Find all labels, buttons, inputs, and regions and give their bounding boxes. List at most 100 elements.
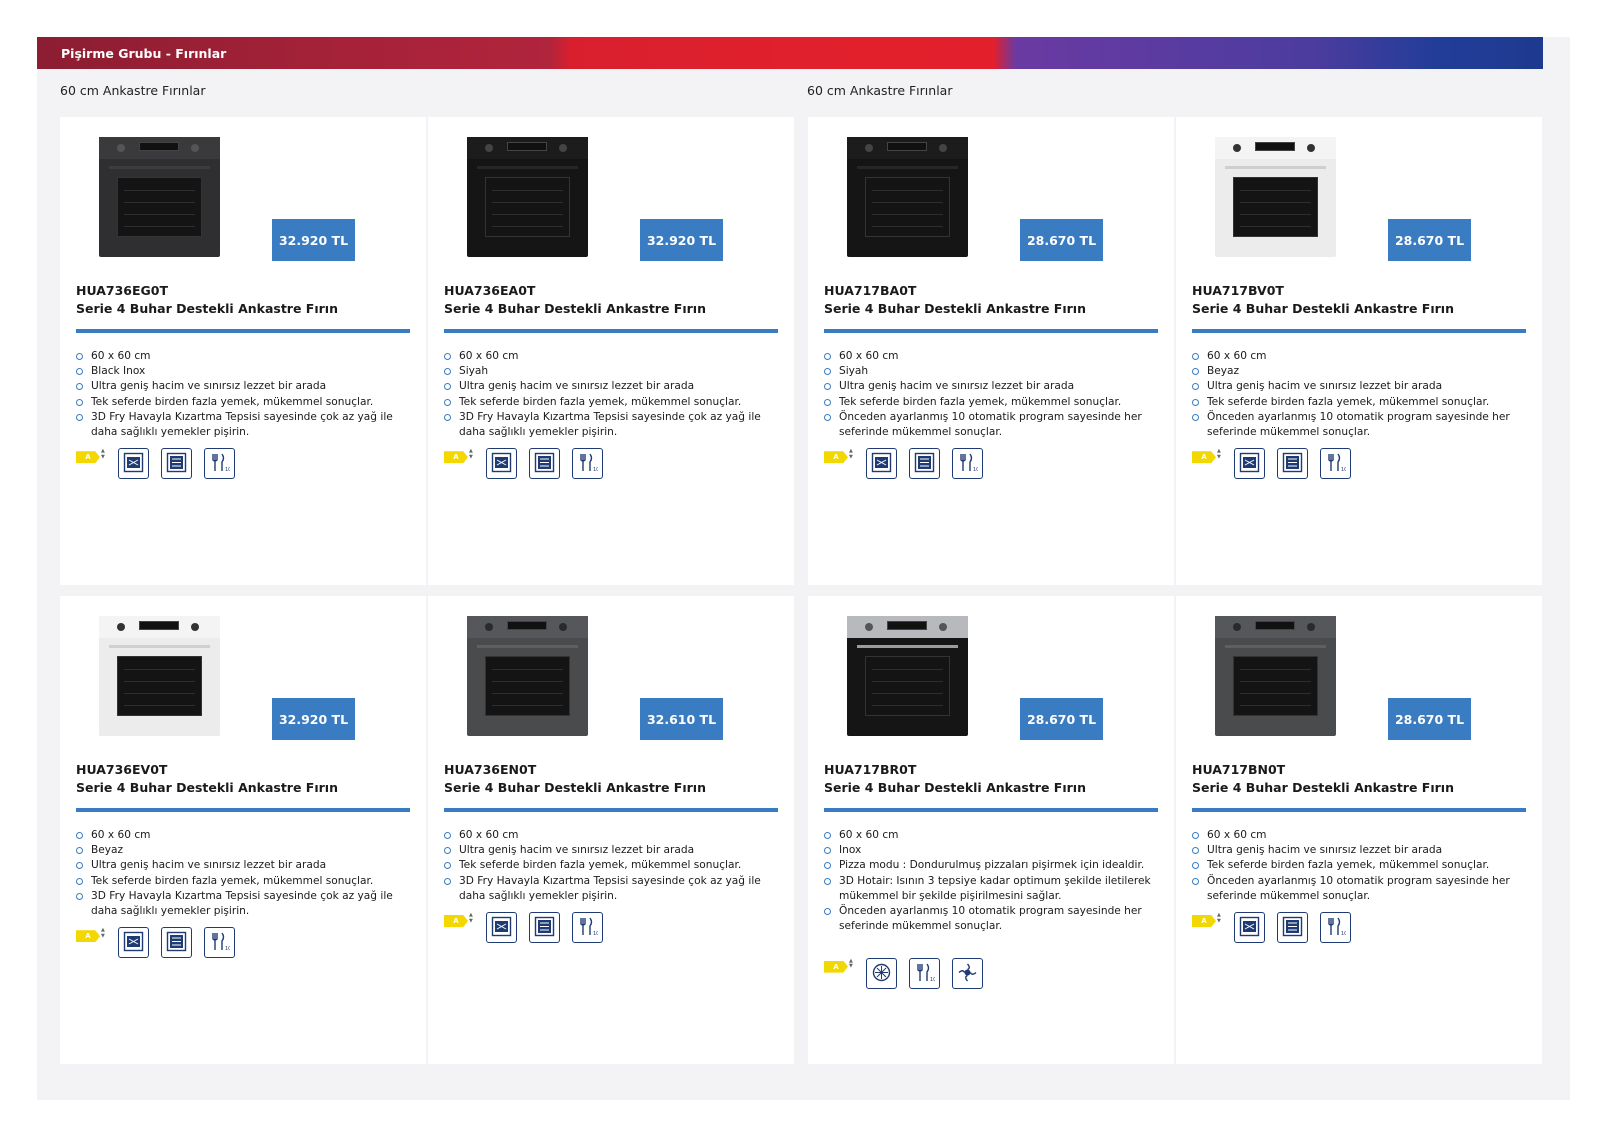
oven-rack xyxy=(492,202,563,203)
oven-rack xyxy=(1240,202,1311,203)
air-fry-icon xyxy=(1234,448,1265,480)
product-image xyxy=(847,616,968,736)
air-fry-icon xyxy=(486,448,517,480)
oven-door-window xyxy=(117,177,202,237)
feature-item: 3D Fry Havayla Kızartma Tepsisi sayesind… xyxy=(444,410,784,440)
product-card[interactable]: 28.670 TL HUA717BN0T Serie 4 Buhar Deste… xyxy=(1176,596,1542,1064)
oven-handle xyxy=(477,645,578,648)
air-fry-icon xyxy=(118,448,149,480)
feature-icons: A ▲ ▼ 10 xyxy=(824,448,1164,480)
autopilot-10-icon: 10 xyxy=(1320,448,1351,480)
feature-list: 60 x 60 cm Siyah Ultra geniş hacim ve sını… xyxy=(444,349,784,440)
title-divider xyxy=(824,329,1158,333)
product-model: HUA736EN0T xyxy=(444,762,537,777)
product-card[interactable]: 32.920 TL HUA736EG0T Serie 4 Buhar Deste… xyxy=(60,117,426,585)
svg-text:10: 10 xyxy=(593,931,598,937)
feature-item: Ultra geniş hacim ve sınırsız lezzet bir… xyxy=(444,843,784,858)
feature-item: Ultra geniş hacim ve sınırsız lezzet bir… xyxy=(444,379,784,394)
energy-class: A xyxy=(76,451,100,464)
oven-rack xyxy=(872,190,943,191)
oven-door-window xyxy=(1233,177,1318,237)
oven-knob xyxy=(117,144,125,152)
title-divider xyxy=(76,808,410,812)
product-model: HUA717BV0T xyxy=(1192,283,1284,298)
energy-class: A xyxy=(444,915,468,927)
price-badge: 28.670 TL xyxy=(1388,698,1471,740)
oven-rack xyxy=(124,693,195,694)
oven-rack xyxy=(492,226,563,227)
product-title: Serie 4 Buhar Destekli Ankastre Fırın xyxy=(824,301,1086,316)
energy-label-icon: A ▲ ▼ xyxy=(76,927,109,945)
energy-class: A xyxy=(824,451,848,464)
feature-item: 3D Hotair: Isının 3 tepsiye kadar optimu… xyxy=(824,874,1164,904)
oven-door-window xyxy=(1233,656,1318,716)
feature-item: 60 x 60 cm xyxy=(1192,349,1532,364)
energy-scale: ▲ ▼ xyxy=(849,957,853,970)
oven-rack xyxy=(492,669,563,670)
feature-item: Ultra geniş hacim ve sınırsız lezzet bir… xyxy=(1192,843,1532,858)
oven-handle xyxy=(109,645,210,648)
title-divider xyxy=(444,808,778,812)
feature-item: Pizza modu : Dondurulmuş pizzaları pişir… xyxy=(824,858,1164,873)
autopilot-10-icon: 10 xyxy=(1320,912,1351,943)
price-badge: 32.920 TL xyxy=(272,698,355,740)
oven-rack xyxy=(1240,681,1311,682)
oven-knob xyxy=(191,144,199,152)
oven-knob xyxy=(1307,144,1315,152)
price-badge: 32.920 TL xyxy=(640,219,723,261)
oven-control-panel xyxy=(1215,616,1336,638)
oven-rack xyxy=(1240,669,1311,670)
oven-rack xyxy=(1240,226,1311,227)
oven-rack xyxy=(492,681,563,682)
oven-handle xyxy=(857,645,958,648)
oven-knob xyxy=(1307,623,1315,631)
feature-list: 60 x 60 cm Beyaz Ultra geniş hacim ve sını… xyxy=(1192,349,1532,440)
energy-scale: ▲ ▼ xyxy=(469,448,473,460)
oven-knob xyxy=(939,623,947,631)
product-image xyxy=(99,137,220,257)
product-card[interactable]: 32.920 TL HUA736EA0T Serie 4 Buhar Deste… xyxy=(428,117,794,585)
energy-scale: ▲ ▼ xyxy=(101,448,105,460)
oven-knob xyxy=(191,623,199,631)
oven-display xyxy=(139,142,179,151)
feature-list: 60 x 60 cm Siyah Ultra geniş hacim ve sını… xyxy=(824,349,1164,440)
feature-list: 60 x 60 cm Beyaz Ultra geniş hacim ve sını… xyxy=(76,828,416,919)
product-model: HUA736EV0T xyxy=(76,762,168,777)
feature-item: 60 x 60 cm xyxy=(444,349,784,364)
energy-class: A xyxy=(444,451,468,464)
feature-item: Siyah xyxy=(824,364,1164,379)
oven-knob xyxy=(865,144,873,152)
product-card[interactable]: 28.670 TL HUA717BV0T Serie 4 Buhar Deste… xyxy=(1176,117,1542,585)
feature-item: 60 x 60 cm xyxy=(824,349,1164,364)
energy-class: A xyxy=(76,930,100,943)
feature-icons: A ▲ ▼ 10 xyxy=(1192,912,1532,944)
oven-knob xyxy=(485,144,493,152)
oven-rack xyxy=(124,202,195,203)
energy-label-icon: A ▲ ▼ xyxy=(1192,448,1225,466)
multi-level-icon xyxy=(1277,912,1308,943)
header-banner: Pişirme Grubu - Fırınlar xyxy=(37,37,1543,69)
product-image xyxy=(847,137,968,257)
feature-item: 3D Fry Havayla Kızartma Tepsisi sayesind… xyxy=(76,410,416,440)
feature-item: 60 x 60 cm xyxy=(76,828,416,843)
feature-icons: A ▲ ▼ 10 xyxy=(76,927,416,959)
oven-control-panel xyxy=(847,137,968,159)
multi-level-icon xyxy=(529,912,560,943)
feature-item: Tek seferde birden fazla yemek, mükemmel… xyxy=(824,395,1164,410)
product-image xyxy=(1215,137,1336,257)
product-card[interactable]: 28.670 TL HUA717BA0T Serie 4 Buhar Deste… xyxy=(808,117,1174,585)
feature-item: 60 x 60 cm xyxy=(824,828,1164,843)
oven-display xyxy=(1255,621,1295,630)
title-divider xyxy=(444,329,778,333)
feature-item: 3D Fry Havayla Kızartma Tepsisi sayesind… xyxy=(76,889,416,919)
autopilot-10-icon: 10 xyxy=(204,448,235,480)
oven-rack xyxy=(492,190,563,191)
product-card[interactable]: 32.610 TL HUA736EN0T Serie 4 Buhar Deste… xyxy=(428,596,794,1064)
oven-display xyxy=(887,621,927,630)
product-card[interactable]: 32.920 TL HUA736EV0T Serie 4 Buhar Deste… xyxy=(60,596,426,1064)
product-card[interactable]: 28.670 TL HUA717BR0T Serie 4 Buhar Deste… xyxy=(808,596,1174,1064)
feature-item: Önceden ayarlanmış 10 otomatik program s… xyxy=(1192,874,1532,904)
oven-handle xyxy=(1225,645,1326,648)
oven-handle xyxy=(477,166,578,169)
oven-display xyxy=(887,142,927,151)
